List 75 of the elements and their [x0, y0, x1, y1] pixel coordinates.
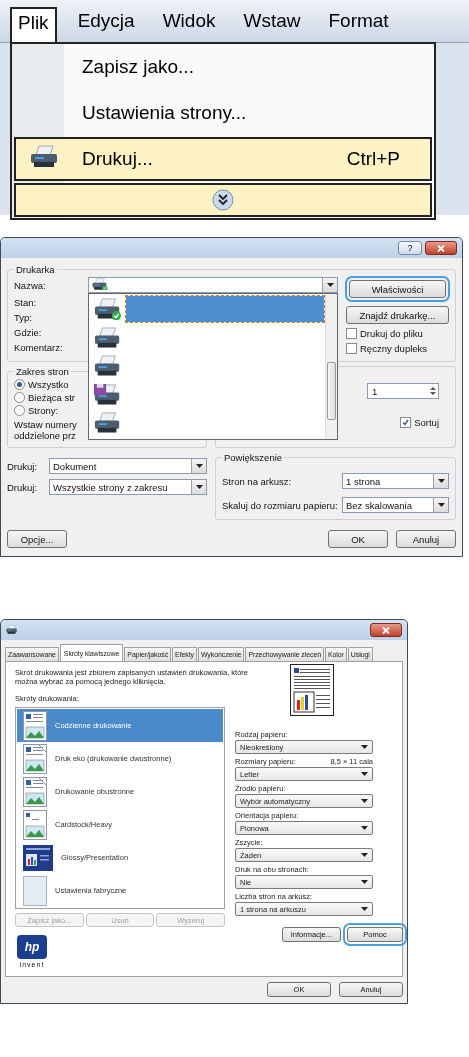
document-icon	[23, 776, 47, 807]
ok-button[interactable]: OK	[328, 530, 388, 548]
dropdown-arrow-icon	[361, 853, 368, 857]
field-label: Drukuj:	[7, 460, 39, 472]
menu-item[interactable]: Format	[321, 6, 396, 36]
expand-menu-button[interactable]	[14, 183, 432, 217]
presentation-icon	[23, 844, 53, 871]
printer-select[interactable]	[88, 277, 338, 293]
print-select[interactable]: Dokument	[49, 458, 207, 474]
field-label: Skaluj do rozmiaru papieru:	[222, 499, 339, 511]
menu-item[interactable]: Wstaw	[236, 6, 308, 36]
close-button[interactable]	[425, 241, 457, 255]
dropdown-arrow-icon	[195, 485, 203, 489]
field-label: Stron na arkusz:	[222, 475, 293, 487]
field-label: Gdzie:	[14, 326, 43, 340]
zoom-select[interactable]: 1 strona	[342, 473, 449, 489]
document-icon	[23, 743, 47, 774]
field-label: Typ:	[14, 311, 33, 325]
group-label: Drukarka	[15, 264, 56, 275]
menu-entry[interactable]: Zapisz jako...	[14, 45, 432, 89]
checkbox[interactable]: Drukuj do pliku	[346, 328, 449, 339]
options-button[interactable]: Opcje...	[7, 530, 67, 548]
close-icon	[382, 626, 390, 634]
checkbox[interactable]: Sortuj	[400, 417, 439, 428]
menu-item[interactable]: Edycja	[70, 6, 142, 36]
printer-icon	[94, 412, 122, 435]
document-icon	[23, 809, 47, 840]
dropdown-arrow-icon	[361, 826, 368, 830]
printer-icon	[6, 625, 18, 635]
dropdown-arrow-icon	[195, 464, 203, 468]
document-icon	[23, 710, 47, 741]
checkmark-icon	[402, 419, 410, 426]
hint-text: oddzielone prz	[14, 430, 77, 441]
dropdown-arrow-icon	[326, 283, 334, 287]
dropdown-arrow-icon	[361, 907, 368, 911]
dropdown-arrow-icon	[361, 799, 368, 803]
printer-check-icon	[94, 298, 122, 321]
menu-item[interactable]: Widok	[155, 6, 223, 36]
cancel-button[interactable]: Anuluj	[396, 530, 456, 548]
dropdown-arrow-icon	[437, 479, 445, 483]
printer-icon	[94, 355, 122, 378]
radio-option[interactable]: Wszystko	[14, 379, 200, 390]
dropdown-arrow-icon	[361, 745, 368, 749]
radio-option[interactable]: Bieżąca str	[14, 392, 200, 403]
close-icon	[437, 244, 445, 252]
group-label: Powiększenie	[223, 452, 284, 463]
menu-entry[interactable]: Drukuj... Ctrl+P	[14, 137, 432, 181]
page-preview-icon	[290, 664, 334, 716]
printer-check-icon	[92, 277, 108, 291]
checkbox[interactable]: Ręczny dupleks	[346, 343, 449, 354]
field-label: Nazwa:	[14, 279, 47, 293]
scrollbar[interactable]	[325, 294, 337, 439]
group-label: Zakres stron	[15, 366, 70, 377]
menu-entry[interactable]: Ustawienia strony...	[14, 91, 432, 135]
field-label: Komentarz:	[14, 341, 64, 355]
dropdown-arrow-icon	[361, 880, 368, 884]
find-printer-button[interactable]: Znajdź drukarkę...	[346, 306, 449, 324]
print-select[interactable]: Wszystkie strony z zakresu	[49, 479, 207, 495]
printer-icon	[30, 144, 60, 169]
zoom-select[interactable]: Bez skalowania	[342, 497, 449, 513]
printer-disk-icon	[94, 383, 122, 407]
field-label: Stan:	[14, 296, 38, 310]
printer-icon	[94, 326, 122, 350]
radio-option[interactable]: Strony:	[14, 405, 200, 416]
chevron-down-icon	[212, 189, 234, 211]
dropdown-arrow-icon	[437, 503, 445, 507]
spin-arrows-icon	[428, 385, 438, 397]
copies-field[interactable]: 1	[367, 383, 439, 399]
dropdown-arrow-icon	[361, 772, 368, 776]
hint-text: Wstaw numery	[14, 419, 78, 430]
menu-item[interactable]: Plik	[10, 7, 57, 44]
help-button[interactable]: ?	[398, 241, 422, 255]
field-label: Drukuj:	[7, 481, 39, 493]
close-button[interactable]	[370, 623, 402, 637]
blank-page-icon	[23, 875, 47, 906]
